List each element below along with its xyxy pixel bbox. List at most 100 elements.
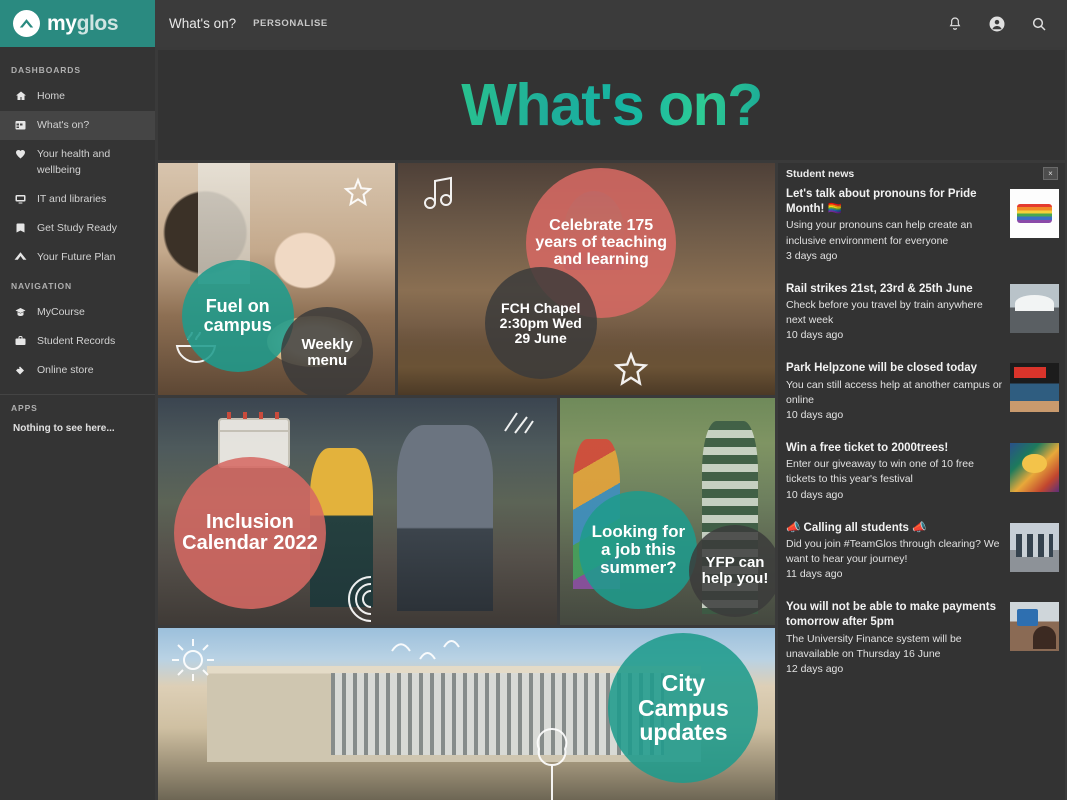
- birds-doodle-icon: [391, 640, 461, 660]
- news-item-body: Win a free ticket to 2000trees! Enter ou…: [786, 441, 1003, 501]
- hero-title: What's on?: [461, 72, 763, 138]
- myglos-portal: myglos What's on? PERSONALISE DASHBOARDS…: [0, 0, 1067, 800]
- news-item[interactable]: Rail strikes 21st, 23rd & 25th June Chec…: [786, 278, 1059, 358]
- sidebar-item-label: Get Study Ready: [37, 222, 117, 235]
- hero-banner: What's on?: [158, 50, 1065, 160]
- top-bar: myglos What's on? PERSONALISE: [0, 0, 1067, 47]
- news-item-timestamp: 10 days ago: [786, 329, 844, 342]
- tile-celebrate-175-years[interactable]: Celebrate 175 years of teaching and lear…: [398, 163, 775, 395]
- tile-row-2: Inclusion Calendar 2022 Looking for a jo…: [158, 398, 775, 625]
- student-news-panel: Student news × Let's talk about pronouns…: [778, 163, 1065, 800]
- brand-glos: glos: [76, 12, 119, 35]
- main-content: What's on? Fuel on campus Weekly menu Ce…: [155, 47, 1067, 800]
- music-note-doodle-icon: [423, 176, 452, 209]
- news-item-body: Park Helpzone will be closed today You c…: [786, 361, 1003, 421]
- news-item[interactable]: Let's talk about pronouns for Pride Mont…: [786, 183, 1059, 278]
- news-item-thumbnail: [1010, 522, 1059, 572]
- news-item-title: Win a free ticket to 2000trees!: [786, 442, 949, 454]
- sidebar: DASHBOARDS Home What's on? Your health a…: [0, 47, 155, 800]
- close-icon[interactable]: ×: [1043, 167, 1058, 180]
- home-icon: [13, 90, 28, 102]
- sidebar-item-home[interactable]: Home: [0, 82, 155, 111]
- sidebar-item-it-libraries[interactable]: IT and libraries: [0, 185, 155, 214]
- brand-my: my: [47, 12, 77, 35]
- news-item[interactable]: Park Helpzone will be closed today You c…: [786, 357, 1059, 437]
- news-item-summary: Check before you travel by train anywher…: [786, 298, 983, 327]
- brand-logo[interactable]: myglos: [0, 0, 155, 47]
- sidebar-heading-apps: APPS: [11, 403, 38, 414]
- sidebar-item-label: Home: [37, 90, 66, 102]
- tile-row-3: City Campus updates: [158, 628, 775, 800]
- badge-yfp-can-help[interactable]: YFP can help you!: [689, 525, 775, 618]
- news-item-timestamp: 11 days ago: [786, 568, 843, 581]
- search-icon[interactable]: [1029, 14, 1049, 34]
- star-doodle-icon: [343, 177, 373, 207]
- news-item-timestamp: 10 days ago: [786, 409, 844, 421]
- news-item-thumbnail: [1010, 443, 1059, 492]
- sidebar-item-label: What's on?: [37, 119, 90, 132]
- sidebar-item-label: Student Records: [37, 334, 116, 347]
- tile-city-campus-updates[interactable]: City Campus updates: [158, 628, 775, 800]
- news-item[interactable]: 📣 Calling all students 📣 Did you join #T…: [786, 517, 1059, 597]
- sidebar-item-online-store[interactable]: Online store: [0, 356, 155, 385]
- sidebar-item-whats-on[interactable]: What's on?: [0, 111, 155, 141]
- badge-inclusion-calendar[interactable]: Inclusion Calendar 2022: [173, 457, 326, 610]
- user-account-icon[interactable]: [987, 14, 1007, 34]
- news-item-thumbnail: [1010, 283, 1059, 333]
- mountain-chevron-logo-icon: [13, 10, 40, 37]
- spiral-doodle-icon: [347, 575, 371, 622]
- book-icon: [13, 222, 28, 234]
- news-item-body: Rail strikes 21st, 23rd & 25th June Chec…: [786, 282, 1003, 342]
- sidebar-item-label: IT and libraries: [37, 192, 107, 205]
- brand-text: myglos: [47, 12, 119, 35]
- sidebar-item-get-study-ready[interactable]: Get Study Ready: [0, 214, 155, 243]
- page-body: DASHBOARDS Home What's on? Your health a…: [0, 47, 1067, 800]
- news-item-body: You will not be able to make payments to…: [786, 600, 1003, 675]
- news-item-timestamp: 12 days ago: [786, 663, 844, 675]
- sidebar-item-student-records[interactable]: Student Records: [0, 327, 155, 356]
- sun-doodle-icon: [172, 638, 215, 681]
- news-item[interactable]: Win a free ticket to 2000trees! Enter ou…: [786, 437, 1059, 517]
- sidebar-heading-dashboards: DASHBOARDS: [11, 65, 81, 75]
- top-navigation: What's on? PERSONALISE: [155, 0, 945, 47]
- news-item-summary: Did you join #TeamGlos through clearing?…: [786, 537, 1000, 565]
- sidebar-item-label: Your Future Plan: [37, 251, 116, 264]
- news-item-summary: Enter our giveaway to win one of 10 free…: [786, 458, 974, 486]
- badge-fch-chapel-time[interactable]: FCH Chapel 2:30pm Wed 29 June: [484, 267, 597, 380]
- news-item-timestamp: 10 days ago: [786, 488, 844, 501]
- badge-weekly-menu[interactable]: Weekly menu: [281, 306, 374, 395]
- graduation-cap-icon: [13, 306, 28, 318]
- badge-looking-for-job[interactable]: Looking for a job this summer?: [579, 491, 698, 610]
- sidebar-heading-navigation: NAVIGATION: [11, 280, 73, 291]
- news-item-timestamp: 3 days ago: [786, 249, 838, 262]
- sidebar-item-your-future-plan[interactable]: Your Future Plan: [0, 243, 155, 272]
- news-item-summary: The University Finance system will be un…: [786, 632, 962, 660]
- tile-row-1: Fuel on campus Weekly menu Celebrate 175…: [158, 163, 775, 395]
- tile-fuel-on-campus[interactable]: Fuel on campus Weekly menu: [158, 163, 395, 395]
- calendar-icon: [13, 119, 28, 131]
- student-news-header: Student news ×: [778, 163, 1065, 183]
- news-item-title: 📣 Calling all students 📣: [786, 521, 927, 534]
- news-item-title: You will not be able to make payments to…: [786, 601, 997, 629]
- tree-doodle-icon: [536, 728, 568, 800]
- sidebar-item-mycourse[interactable]: MyCourse: [0, 298, 155, 327]
- personalise-button[interactable]: PERSONALISE: [253, 18, 328, 29]
- tile-summer-jobs[interactable]: Looking for a job this summer? YFP can h…: [560, 398, 775, 625]
- badge-city-campus-updates[interactable]: City Campus updates: [608, 633, 759, 784]
- star-doodle-icon: [613, 351, 649, 386]
- news-item-thumbnail: [1010, 363, 1059, 413]
- sidebar-item-health-wellbeing[interactable]: Your health and wellbeing: [0, 140, 155, 184]
- content-area: Fuel on campus Weekly menu Celebrate 175…: [156, 163, 1067, 800]
- news-item[interactable]: You will not be able to make payments to…: [786, 596, 1059, 691]
- news-item-summary: You can still access help at another cam…: [786, 378, 1003, 406]
- notifications-bell-icon[interactable]: [945, 14, 965, 34]
- news-item-title: Park Helpzone will be closed today: [786, 362, 978, 375]
- news-item-title: Let's talk about pronouns for Pride Mont…: [786, 188, 977, 216]
- badge-fuel-on-campus[interactable]: Fuel on campus: [181, 260, 294, 373]
- sidebar-item-label: MyCourse: [37, 305, 85, 318]
- chevron-up-icon: [13, 251, 28, 261]
- promo-tile-grid: Fuel on campus Weekly menu Celebrate 175…: [158, 163, 775, 800]
- tile-inclusion-calendar[interactable]: Inclusion Calendar 2022: [158, 398, 557, 625]
- news-item-title: Rail strikes 21st, 23rd & 25th June: [786, 282, 973, 295]
- sidebar-item-label: Online store: [37, 363, 94, 376]
